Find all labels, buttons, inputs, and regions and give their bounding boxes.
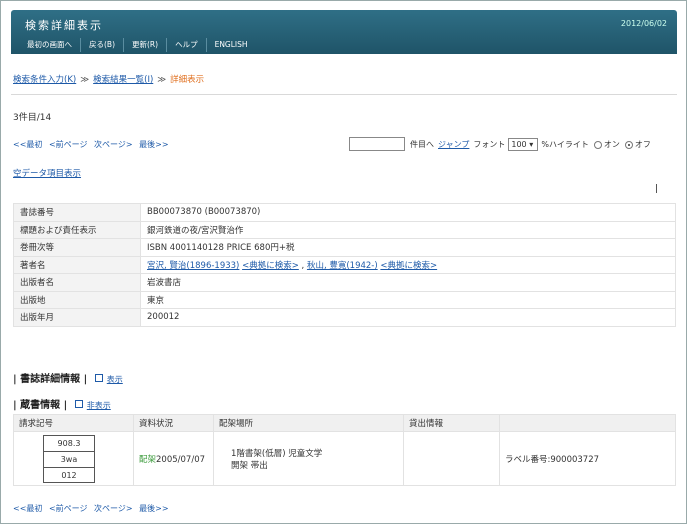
authority-search-link[interactable]: <典拠に検索> xyxy=(380,261,437,271)
breadcrumb-current: 詳細表示 xyxy=(170,75,205,85)
call-number-part: 908.3 xyxy=(43,434,95,451)
font-size-value: 100 xyxy=(511,139,527,149)
font-size-select[interactable]: 100 ▾ xyxy=(508,137,539,151)
pager-prev[interactable]: <前ページ xyxy=(49,140,88,149)
status-cell: 配架2005/07/07 xyxy=(133,431,214,486)
field-value: ISBN 4001140128 PRICE 680円+税 xyxy=(140,238,676,257)
bib-detail-table: 書誌番号 BB00073870 (B00073870) 標題および責任表示 銀河… xyxy=(13,203,676,327)
field-value: 200012 xyxy=(140,308,676,327)
collapse-icon[interactable] xyxy=(74,400,83,408)
call-number-cell: 908.3 3wa 012 xyxy=(13,431,134,486)
breadcrumb-search-input[interactable]: 検索条件入力(K) xyxy=(13,75,76,85)
field-label: 著者名 xyxy=(13,255,141,274)
field-label: 巻冊次等 xyxy=(13,238,141,257)
field-label: 標題および責任表示 xyxy=(13,220,141,239)
holdings-table: 請求記号 資料状況 配架場所 貸出情報 908.3 3wa 012 配架2005… xyxy=(13,414,676,486)
divider xyxy=(11,94,677,95)
call-number-label: 908.3 3wa 012 xyxy=(43,434,95,483)
table-row: 出版年月 200012 xyxy=(13,308,676,327)
loan-info-cell xyxy=(403,431,500,486)
pager-first[interactable]: <<最初 xyxy=(13,140,42,149)
holdings-toggle[interactable]: 非表示 xyxy=(87,401,111,410)
author-links: 宮沢, 賢治(1896-1933) <典拠に検索> , 秋山, 豊寛(1942-… xyxy=(140,255,676,274)
status-badge: 配架 xyxy=(139,454,157,465)
menu-back[interactable]: 戻る(B) xyxy=(80,38,123,52)
pager-last[interactable]: 最後>> xyxy=(139,504,168,513)
highlight-label: ハイライト xyxy=(548,139,589,149)
field-label: 出版者名 xyxy=(13,273,141,292)
menu-english[interactable]: ENGLISH xyxy=(205,38,256,52)
table-row: 出版者名 岩波書店 xyxy=(13,273,676,292)
record-number-input[interactable] xyxy=(349,137,405,151)
menu-home[interactable]: 最初の画面へ xyxy=(19,38,80,52)
section-title: 蔵書情報 xyxy=(20,400,61,411)
col-header: 請求記号 xyxy=(13,414,134,432)
highlight-off-label: オフ xyxy=(634,139,651,149)
header-date: 2012/06/02 xyxy=(620,19,667,28)
cursor-mark xyxy=(656,184,657,193)
table-row: 書誌番号 BB00073870 (B00073870) xyxy=(13,203,676,222)
breadcrumb-results[interactable]: 検索結果一覧(I) xyxy=(93,75,153,85)
breadcrumb-sep: ≫ xyxy=(80,75,90,85)
field-value: 岩波書店 xyxy=(140,273,676,292)
field-value: BB00073870 (B00073870) xyxy=(140,203,676,222)
pager-bottom: <<最初 <前ページ 次ページ> 最後>> xyxy=(13,503,173,514)
view-controls: 件目へ ジャンプ フォント 100 ▾ % ハイライト オン オフ xyxy=(349,137,651,151)
status-date: 2005/07/07 xyxy=(156,454,206,465)
show-empty-fields-link[interactable]: 空データ項目表示 xyxy=(13,167,81,179)
highlight-on-radio[interactable] xyxy=(593,141,602,149)
label-number-cell: ラベル番号:900003727 xyxy=(499,431,676,486)
pager-last[interactable]: 最後>> xyxy=(139,140,168,149)
table-row: 巻冊次等 ISBN 4001140128 PRICE 680円+税 xyxy=(13,238,676,257)
col-header: 配架場所 xyxy=(213,414,404,432)
table-header-row: 請求記号 資料状況 配架場所 貸出情報 xyxy=(13,414,676,432)
col-header xyxy=(499,414,676,432)
author-link[interactable]: 宮沢, 賢治(1896-1933) xyxy=(147,261,239,271)
col-header: 貸出情報 xyxy=(403,414,500,432)
authority-search-link[interactable]: <典拠に検索> xyxy=(242,261,299,271)
menu-refresh[interactable]: 更新(R) xyxy=(123,38,166,52)
holdings-section-header: | 蔵書情報 | 非表示 xyxy=(13,400,111,411)
table-row: 908.3 3wa 012 配架2005/07/07 1階書架(低層) 児童文学… xyxy=(13,431,676,486)
percent-label: % xyxy=(541,139,549,149)
field-label: 出版地 xyxy=(13,290,141,309)
author-link[interactable]: 秋山, 豊寛(1942-) xyxy=(307,261,378,271)
menu-help[interactable]: ヘルプ xyxy=(166,38,206,52)
bib-detail-toggle[interactable]: 表示 xyxy=(107,375,123,384)
section-title: 書誌詳細情報 xyxy=(20,374,81,385)
font-label: フォント xyxy=(473,139,506,149)
pager-next[interactable]: 次ページ> xyxy=(94,140,133,149)
result-count: 3件目/14 xyxy=(13,113,52,123)
breadcrumb: 検索条件入力(K) ≫ 検索結果一覧(I) ≫ 詳細表示 xyxy=(13,73,204,85)
table-row: 標題および責任表示 銀河鉄道の夜/宮沢賢治作 xyxy=(13,220,676,239)
breadcrumb-sep: ≫ xyxy=(157,75,167,85)
pager-next[interactable]: 次ページ> xyxy=(94,504,133,513)
field-value: 銀河鉄道の夜/宮沢賢治作 xyxy=(140,220,676,239)
author-sep: , xyxy=(298,260,307,271)
record-suffix: 件目へ xyxy=(410,139,434,149)
jump-link[interactable]: ジャンプ xyxy=(438,139,469,150)
field-label: 出版年月 xyxy=(13,308,141,327)
page-title: 検索詳細表示 xyxy=(25,19,103,32)
expand-icon[interactable] xyxy=(94,374,103,382)
field-label: 書誌番号 xyxy=(13,203,141,222)
pager-prev[interactable]: <前ページ xyxy=(49,504,88,513)
location-cell: 1階書架(低層) 児童文学 開架 帯出 xyxy=(213,431,404,486)
bib-detail-section-header: | 書誌詳細情報 | 表示 xyxy=(13,374,123,385)
location-line: 開架 帯出 xyxy=(231,460,268,471)
table-row: 著者名 宮沢, 賢治(1896-1933) <典拠に検索> , 秋山, 豊寛(1… xyxy=(13,255,676,274)
col-header: 資料状況 xyxy=(133,414,214,432)
page-frame: 検索詳細表示 2012/06/02 最初の画面へ 戻る(B) 更新(R) ヘルプ… xyxy=(0,0,687,524)
call-number-part: 012 xyxy=(43,466,95,483)
header-bar: 検索詳細表示 2012/06/02 最初の画面へ 戻る(B) 更新(R) ヘルプ… xyxy=(11,10,677,54)
location-line: 1階書架(低層) 児童文学 xyxy=(231,448,323,459)
table-row: 出版地 東京 xyxy=(13,290,676,309)
pager-top: <<最初 <前ページ 次ページ> 最後>> xyxy=(13,139,173,150)
pager-first[interactable]: <<最初 xyxy=(13,504,42,513)
call-number-part: 3wa xyxy=(43,450,95,467)
field-value: 東京 xyxy=(140,290,676,309)
header-menu: 最初の画面へ 戻る(B) 更新(R) ヘルプ ENGLISH xyxy=(19,38,256,52)
highlight-on-label: オン xyxy=(603,139,620,149)
highlight-off-radio[interactable] xyxy=(624,141,633,149)
